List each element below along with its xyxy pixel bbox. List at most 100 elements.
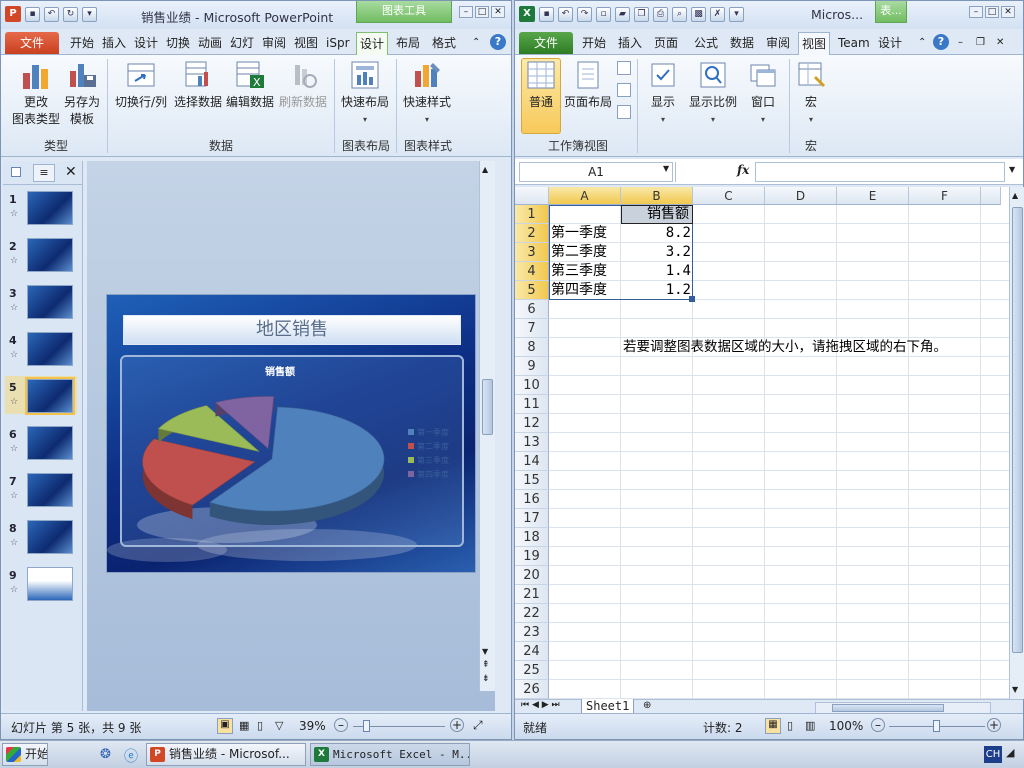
row-header-11[interactable]: 11 — [515, 395, 549, 414]
restore-workbook-icon[interactable]: ❐ — [973, 32, 988, 54]
close-workbook-icon[interactable]: ✕ — [993, 32, 1007, 54]
close-pane-icon[interactable]: ✕ — [65, 164, 77, 180]
print-icon[interactable]: ⎙ — [653, 6, 668, 22]
insert-function-icon[interactable]: fx — [737, 163, 749, 177]
formula-input[interactable] — [755, 162, 1005, 182]
slideshow-view-icon[interactable]: ▽ — [275, 719, 283, 732]
cell-a3[interactable]: 第二季度 — [551, 243, 607, 262]
column-header-a[interactable]: A — [549, 187, 621, 205]
prev-slide-icon[interactable]: ⇞ — [482, 661, 490, 670]
minimize-workbook-icon[interactable]: – — [955, 32, 966, 54]
cell-a5[interactable]: 第四季度 — [551, 281, 607, 300]
sheet-nav-icons[interactable]: ⏮ ◀ ▶ ⏭ — [521, 700, 560, 710]
start-button[interactable]: 开始 — [2, 743, 48, 766]
row-header-19[interactable]: 19 — [515, 547, 549, 566]
change-chart-type-button[interactable]: 更改 图表类型 — [9, 59, 63, 128]
row-header-10[interactable]: 10 — [515, 376, 549, 395]
row-header-5[interactable]: 5 — [515, 281, 549, 300]
tab-table-design[interactable]: 设计 — [875, 32, 905, 54]
full-screen-icon[interactable] — [617, 105, 631, 119]
internet-explorer-icon[interactable]: ⓔ — [124, 746, 138, 766]
normal-view-button[interactable]: 普通 — [521, 58, 561, 134]
save-icon[interactable]: ▪ — [539, 6, 554, 22]
name-box[interactable]: A1 — [519, 162, 673, 182]
picture-icon[interactable]: ▩ — [691, 6, 706, 22]
tab-chart-layout[interactable]: 布局 — [393, 32, 423, 54]
scroll-down-icon[interactable]: ▼ — [482, 647, 488, 656]
close-icon[interactable]: ✕ — [491, 6, 505, 18]
powerpoint-app-icon[interactable]: P — [5, 6, 21, 22]
slide-thumbnail-2[interactable] — [27, 238, 73, 272]
tab-page-layout[interactable]: 页面 — [651, 32, 681, 54]
row-header-18[interactable]: 18 — [515, 528, 549, 547]
tab-transitions[interactable]: 切换 — [163, 32, 193, 54]
input-language-indicator[interactable]: CH — [984, 746, 1002, 763]
copy-icon[interactable]: ❐ — [634, 6, 649, 22]
maximize-icon[interactable]: □ — [985, 6, 999, 18]
cell-b1[interactable]: 销售额 — [625, 205, 689, 224]
taskbar-excel-button[interactable]: X Microsoft Excel - M... — [310, 743, 470, 766]
row-header-1[interactable]: 1 — [515, 205, 549, 224]
tab-file[interactable]: 文件 — [519, 32, 573, 54]
scroll-thumb[interactable] — [482, 379, 493, 435]
zoom-level[interactable]: 100% — [829, 719, 863, 733]
taskbar-powerpoint-button[interactable]: P 销售业绩 - Microsof... — [146, 743, 306, 766]
redo-icon[interactable]: ↻ — [63, 6, 78, 22]
help-icon[interactable]: ? — [490, 34, 506, 50]
cell-a4[interactable]: 第三季度 — [551, 262, 607, 281]
save-as-template-button[interactable]: 另存为 模板 — [61, 59, 103, 128]
row-header-14[interactable]: 14 — [515, 452, 549, 471]
tab-view[interactable]: 视图 — [291, 32, 321, 54]
zoom-slider-thumb[interactable] — [363, 720, 370, 732]
slide-thumbnail-7[interactable] — [27, 473, 73, 507]
cell-b3[interactable]: 3.2 — [623, 243, 691, 262]
select-data-button[interactable]: 选择数据 — [173, 59, 223, 111]
excel-app-icon[interactable]: X — [519, 6, 535, 22]
tab-insert[interactable]: 插入 — [615, 32, 645, 54]
row-header-21[interactable]: 21 — [515, 585, 549, 604]
page-break-view-icon[interactable]: ▥ — [805, 719, 815, 732]
scroll-up-icon[interactable]: ▲ — [1012, 191, 1018, 200]
slide-thumbnail-3[interactable] — [27, 285, 73, 319]
expand-formula-bar-icon[interactable]: ▼ — [1009, 165, 1015, 174]
language-options-icon[interactable]: ◢ — [1006, 746, 1014, 759]
collapse-ribbon-icon[interactable]: ⌃ — [915, 32, 929, 54]
page-layout-view-button[interactable]: 页面布局 — [563, 59, 613, 111]
row-header-15[interactable]: 15 — [515, 471, 549, 490]
select-all-corner[interactable] — [515, 187, 549, 205]
zoom-out-icon[interactable]: – — [871, 718, 885, 732]
row-header-26[interactable]: 26 — [515, 680, 549, 699]
fit-to-window-icon[interactable]: ⤢ — [473, 718, 483, 733]
undo-icon[interactable]: ↶ — [558, 6, 573, 22]
custom-views-icon[interactable] — [617, 83, 631, 97]
column-header-e[interactable]: E — [837, 187, 909, 205]
collapse-ribbon-icon[interactable]: ⌃ — [469, 32, 483, 54]
scroll-down-icon[interactable]: ▼ — [1012, 685, 1018, 694]
row-header-7[interactable]: 7 — [515, 319, 549, 338]
page-layout-view-icon[interactable]: ▯ — [787, 719, 793, 732]
slide-thumbnail-5[interactable] — [25, 377, 75, 415]
scroll-up-icon[interactable]: ▲ — [482, 165, 488, 174]
clear-icon[interactable]: ✗ — [710, 6, 725, 22]
help-icon[interactable]: ? — [933, 34, 949, 50]
range-resize-handle[interactable] — [689, 296, 695, 302]
row-header-12[interactable]: 12 — [515, 414, 549, 433]
tab-view[interactable]: 视图 — [798, 32, 830, 56]
row-header-3[interactable]: 3 — [515, 243, 549, 262]
column-header-d[interactable]: D — [765, 187, 837, 205]
customize-qat-icon[interactable]: ▾ — [82, 6, 97, 22]
new-file-icon[interactable]: ▫ — [596, 6, 611, 22]
row-header-8[interactable]: 8 — [515, 338, 549, 357]
page-break-preview-icon[interactable] — [617, 61, 631, 75]
scroll-thumb[interactable] — [1012, 207, 1023, 653]
row-header-22[interactable]: 22 — [515, 604, 549, 623]
quick-layout-button[interactable]: 快速布局 ▾ — [339, 59, 391, 128]
close-icon[interactable]: ✕ — [1001, 6, 1015, 18]
column-header-c[interactable]: C — [693, 187, 765, 205]
zoom-level[interactable]: 39% — [299, 719, 326, 733]
row-header-20[interactable]: 20 — [515, 566, 549, 585]
cell-a2[interactable]: 第一季度 — [551, 224, 607, 243]
name-box-dropdown-icon[interactable]: ▼ — [663, 164, 669, 173]
minimize-icon[interactable]: – — [969, 6, 983, 18]
tab-review[interactable]: 审阅 — [259, 32, 289, 54]
